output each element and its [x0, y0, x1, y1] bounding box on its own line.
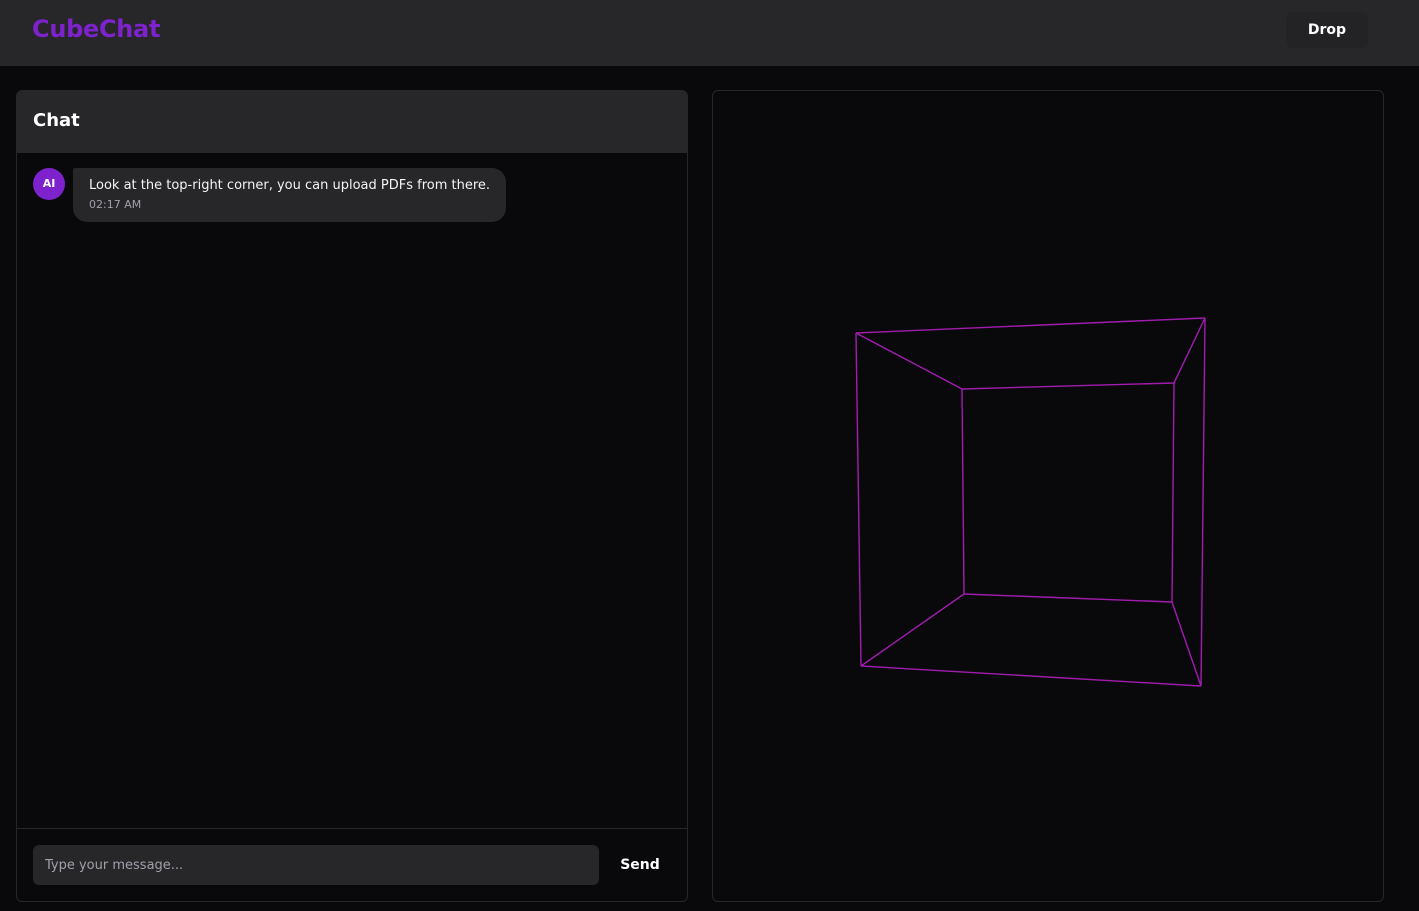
cube-edge: [855, 332, 862, 667]
cube-edge: [855, 317, 1206, 334]
message-text: Look at the top-right corner, you can up…: [89, 178, 491, 193]
cube-edge: [961, 382, 1175, 390]
ai-avatar: AI: [33, 168, 65, 200]
cube-edge: [961, 388, 965, 595]
app-logo: CubeChat: [32, 15, 161, 43]
cube-edge: [963, 593, 1173, 603]
message-input[interactable]: [33, 845, 599, 885]
cube-canvas[interactable]: [713, 91, 1384, 902]
cube-edge: [860, 593, 965, 667]
message-composer: Send: [17, 828, 687, 901]
send-button[interactable]: Send: [609, 845, 671, 885]
message-bubble: Look at the top-right corner, you can up…: [73, 168, 507, 222]
cube-edge: [1171, 382, 1175, 603]
cube-viewer-panel[interactable]: [712, 90, 1384, 902]
cube-edge: [860, 665, 1202, 687]
chat-message: AI Look at the top-right corner, you can…: [33, 168, 507, 222]
top-navbar: CubeChat Drop: [0, 0, 1419, 66]
message-timestamp: 02:17 AM: [89, 198, 142, 211]
cube-edge: [1171, 601, 1202, 687]
wireframe-cube: [855, 317, 1206, 687]
chat-header: Chat: [17, 91, 687, 153]
chat-title: Chat: [33, 110, 80, 131]
cube-edge: [1173, 317, 1206, 384]
chat-panel: Chat AI Look at the top-right corner, yo…: [16, 90, 688, 902]
drop-upload-button[interactable]: Drop: [1286, 12, 1368, 48]
cube-edge: [1200, 317, 1206, 687]
cube-edge: [855, 332, 963, 390]
